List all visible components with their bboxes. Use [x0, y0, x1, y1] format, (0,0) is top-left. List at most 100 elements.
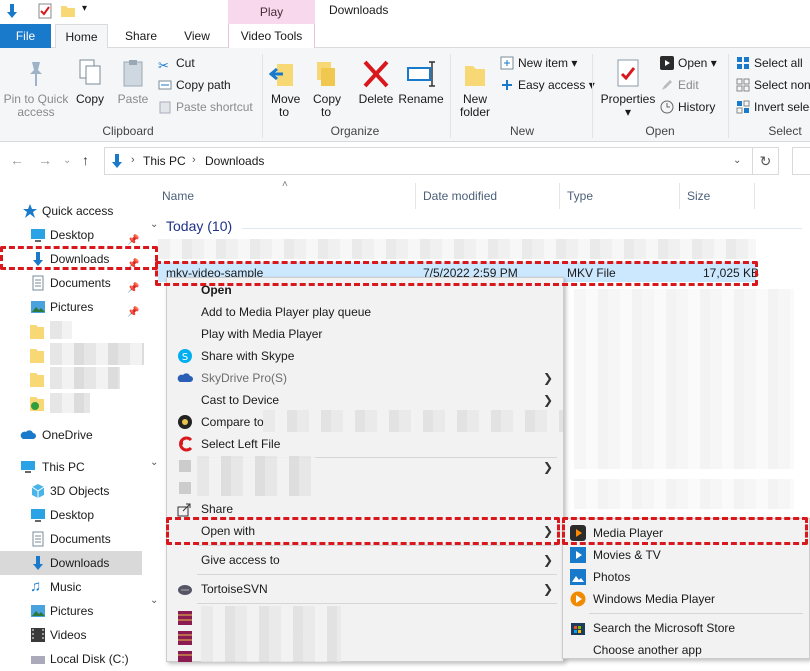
edit-button[interactable]: Edit [660, 76, 699, 94]
invert-selection-button[interactable]: Invert selec [736, 98, 810, 116]
edit-label: Edit [678, 78, 699, 92]
copy-button[interactable]: Copy [74, 58, 106, 106]
open-button[interactable]: Open ▾ [660, 54, 717, 72]
menu-item-share-with-skype[interactable]: S Share with Skype [167, 345, 563, 367]
menu-item-label: Share with Skype [201, 349, 295, 363]
column-header-date[interactable]: Date modified [423, 189, 497, 203]
up-arrow-icon[interactable]: ↑ [82, 152, 89, 168]
copy-to-button[interactable]: Copy to [308, 58, 344, 119]
folder-icon [30, 349, 44, 363]
select-none-button[interactable]: Select non [736, 76, 810, 94]
tab-video-tools[interactable]: Video Tools [228, 24, 315, 48]
nav-pc-pictures[interactable]: Pictures [0, 599, 142, 623]
menu-item-add-to-queue[interactable]: Add to Media Player play queue [167, 301, 563, 323]
nav-qa-documents[interactable]: Documents 📌 [0, 271, 142, 295]
move-to-button[interactable]: Move to [266, 58, 302, 119]
collapse-group-icon[interactable]: ⌄ [150, 457, 158, 468]
column-header-name[interactable]: Name [162, 189, 194, 203]
new-item-button[interactable]: New item ▾ [500, 54, 577, 72]
customize-quick-access-icon[interactable]: ▾ [82, 3, 87, 14]
pin-to-quick-access-button[interactable]: Pin to Quick access [2, 58, 70, 119]
submenu-item-photos[interactable]: Photos [563, 566, 809, 588]
breadcrumb-this-pc[interactable]: This PC [143, 154, 186, 168]
nav-local-disk[interactable]: Local Disk (C:) [0, 647, 142, 671]
menu-item-cast-to-device[interactable]: Cast to Device ❯ [167, 389, 563, 411]
delete-button[interactable]: Delete [356, 58, 396, 106]
copy-path-button[interactable]: Copy path [158, 76, 231, 94]
properties-check-icon[interactable] [37, 3, 53, 19]
folder-icon[interactable] [60, 3, 76, 19]
nav-label: Documents [50, 276, 111, 290]
menu-item-open-with[interactable]: Open with ❯ [167, 520, 563, 542]
tab-home[interactable]: Home [55, 24, 108, 49]
pin-icon [30, 62, 42, 86]
submenu-item-windows-media-player[interactable]: Windows Media Player [563, 588, 809, 610]
nav-pc-desktop[interactable]: Desktop [0, 503, 142, 527]
nav-qa-desktop[interactable]: Desktop 📌 [0, 223, 142, 247]
menu-item-tortoisesvn[interactable]: TortoiseSVN ❯ [167, 578, 563, 600]
collapse-group-icon[interactable]: ⌄ [150, 595, 158, 606]
sort-ascending-icon: ˄ [282, 179, 288, 190]
menu-item-select-left-file[interactable]: Select Left File [167, 433, 563, 455]
easy-access-button[interactable]: Easy access ▾ [500, 76, 595, 94]
nav-music[interactable]: ♫ Music [0, 575, 142, 599]
nav-pc-documents[interactable]: Documents [0, 527, 142, 551]
properties-button[interactable]: Properties ▾ [600, 58, 656, 119]
cut-button[interactable]: ✂ Cut [158, 54, 195, 73]
nav-pc-downloads[interactable]: Downloads [0, 551, 142, 575]
nav-videos[interactable]: Videos [0, 623, 142, 647]
submenu-item-search-store[interactable]: Search the Microsoft Store [563, 617, 809, 639]
nav-3d-objects[interactable]: 3D Objects [0, 479, 142, 503]
new-folder-button[interactable]: New folder [454, 58, 496, 119]
skype-icon: S [178, 349, 192, 363]
music-note-icon: ♫ [30, 578, 42, 595]
group-header-today[interactable]: Today (10) [166, 218, 232, 234]
rename-button[interactable]: Rename [398, 58, 444, 106]
recent-locations-icon[interactable]: ⌄ [63, 155, 71, 166]
address-row: ← → ⌄ ↑ › This PC › Downloads ⌄ ↻ [0, 143, 810, 179]
menu-item-label: Select Left File [201, 437, 281, 451]
menu-item-skydrive-pro[interactable]: SkyDrive Pro(S) ❯ [167, 367, 563, 389]
collapse-group-icon[interactable]: ⌄ [150, 219, 158, 230]
nav-quick-access[interactable]: Quick access [0, 199, 142, 223]
menu-item-label: Give access to [201, 553, 280, 567]
back-arrow-icon[interactable]: ← [10, 152, 24, 168]
pictures-icon [31, 605, 45, 617]
down-arrow-icon[interactable] [4, 3, 20, 19]
nav-label: Desktop [50, 228, 95, 242]
column-divider [415, 183, 416, 209]
submenu-item-label: Photos [593, 570, 631, 584]
breadcrumb-downloads[interactable]: Downloads [205, 154, 264, 168]
tab-share[interactable]: Share [116, 24, 166, 48]
search-input[interactable] [792, 147, 810, 175]
nav-this-pc[interactable]: This PC [0, 455, 142, 479]
documents-icon [32, 275, 44, 291]
history-button[interactable]: History [660, 98, 715, 116]
tab-file[interactable]: File [0, 24, 51, 48]
nav-onedrive[interactable]: OneDrive [0, 423, 142, 447]
address-bar[interactable]: › This PC › Downloads ⌄ [104, 147, 753, 175]
address-dropdown-icon[interactable]: ⌄ [733, 155, 741, 166]
paste-shortcut-button[interactable]: Paste shortcut [158, 98, 253, 116]
nav-qa-pictures[interactable]: Pictures 📌 [0, 295, 142, 319]
refresh-button[interactable]: ↻ [753, 147, 779, 175]
submenu-item-label: Choose another app [593, 643, 702, 657]
select-all-button[interactable]: Select all [736, 54, 803, 72]
column-header-type[interactable]: Type [567, 189, 593, 203]
column-header-size[interactable]: Size [687, 189, 710, 203]
menu-item-play-with-media-player[interactable]: Play with Media Player [167, 323, 563, 345]
star-icon [23, 204, 37, 218]
submenu-item-choose-another-app[interactable]: Choose another app [563, 639, 809, 661]
submenu-item-movies-tv[interactable]: Movies & TV [563, 544, 809, 566]
menu-item-give-access-to[interactable]: Give access to ❯ [167, 549, 563, 571]
menu-item-share[interactable]: Share [167, 498, 563, 520]
menu-item-open[interactable]: Open [167, 279, 563, 301]
tab-view[interactable]: View [172, 24, 222, 48]
menu-item-redacted[interactable]: ❯ [167, 454, 563, 498]
nav-qa-downloads[interactable]: Downloads 📌 [0, 247, 142, 271]
archive-icon [178, 611, 192, 625]
paste-button[interactable]: Paste [114, 58, 152, 106]
submenu-item-media-player[interactable]: Media Player [563, 522, 809, 544]
select-none-icon [736, 78, 750, 92]
forward-arrow-icon[interactable]: → [38, 152, 52, 168]
